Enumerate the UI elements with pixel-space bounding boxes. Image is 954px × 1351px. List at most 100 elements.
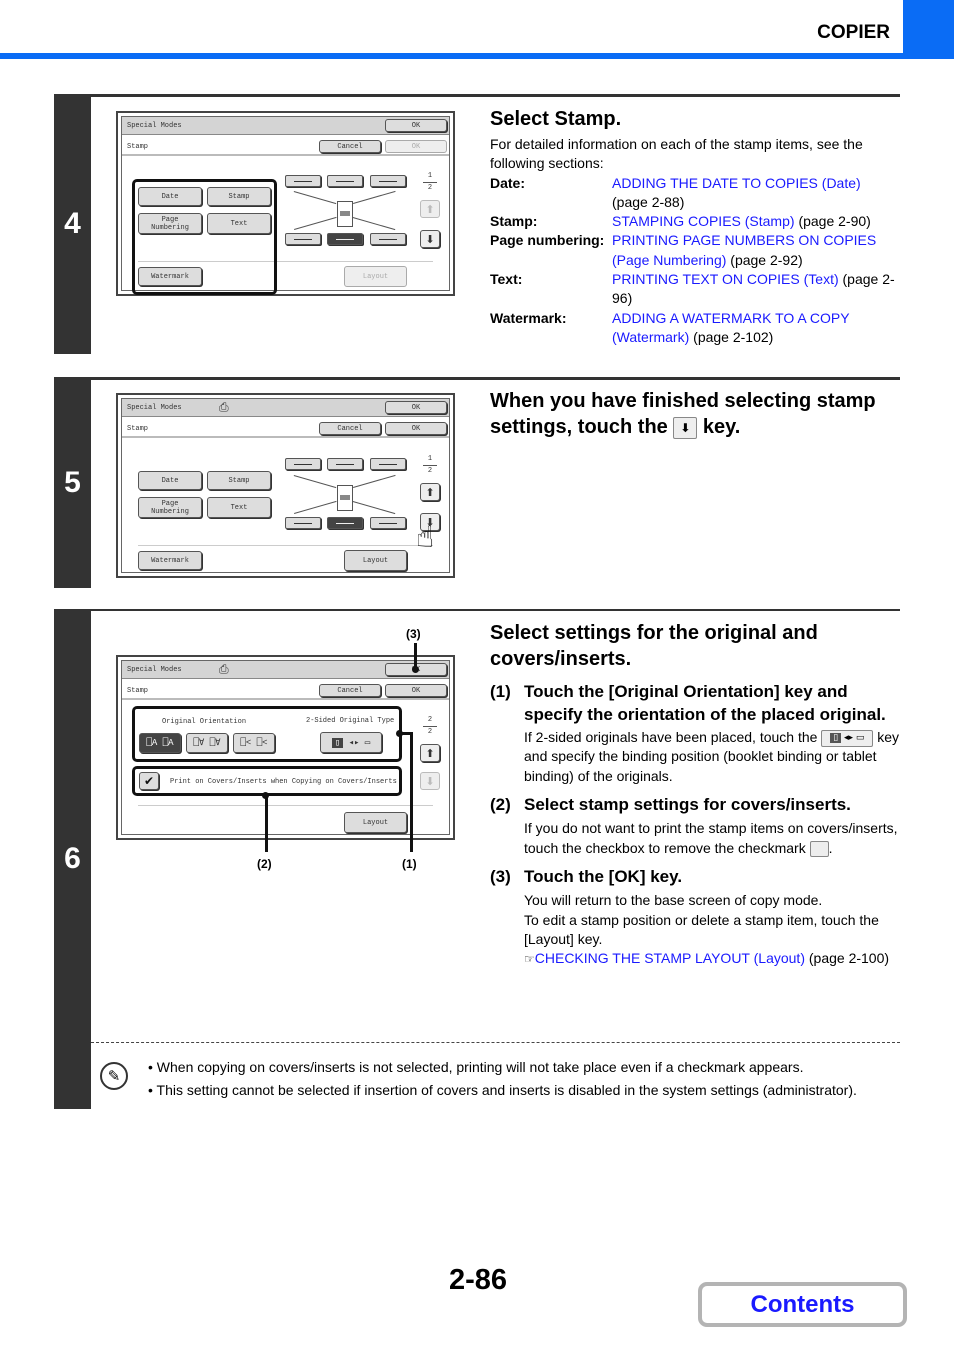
- position-bottom-right[interactable]: [370, 233, 406, 245]
- covers-checkbox[interactable]: ✔: [139, 772, 159, 790]
- ref-link[interactable]: ADDING THE DATE TO COPIES (Date): [612, 175, 861, 191]
- orientation-upright-button[interactable]: ⎕A ⎕A: [139, 733, 181, 753]
- special-modes-label: Special Modes: [127, 666, 182, 674]
- ref-link[interactable]: PRINTING TEXT ON COPIES (Text): [612, 271, 839, 287]
- ref-stamp: Stamp: STAMPING COPIES (Stamp) (page 2-90…: [490, 213, 871, 230]
- stamp-button[interactable]: Stamp: [207, 471, 271, 490]
- down-arrow-key-icon: ⬇: [673, 416, 698, 439]
- position-top-left[interactable]: [285, 458, 321, 470]
- layout-button[interactable]: Layout: [344, 812, 407, 833]
- step-number: 5: [54, 377, 91, 588]
- page-number: 2-86: [449, 1264, 508, 1296]
- step-divider: [91, 609, 900, 611]
- ref-text: Text: PRINTING TEXT ON COPIES (Text) (pag…: [490, 271, 895, 307]
- scroll-up-button[interactable]: ⬆: [420, 744, 440, 762]
- step-divider: [91, 94, 900, 97]
- stamp-label: Stamp: [127, 143, 149, 151]
- page-current: 2: [427, 716, 433, 724]
- step-intro: For detailed information on each of the …: [490, 136, 863, 172]
- page-total: 2: [427, 728, 433, 736]
- cancel-button[interactable]: Cancel: [319, 684, 381, 697]
- substep-2: (2) Select stamp settings for covers/ins…: [490, 794, 898, 857]
- page-current: 1: [427, 172, 433, 180]
- empty-checkbox-icon: [809, 840, 829, 857]
- scroll-down-button[interactable]: ⬇: [420, 230, 440, 248]
- ref-link[interactable]: STAMPING COPIES (Stamp): [612, 213, 795, 229]
- callout-1: (1): [402, 857, 417, 871]
- callout-2: (2): [257, 857, 272, 871]
- special-modes-ok-button[interactable]: OK: [385, 401, 447, 414]
- pointing-hand-icon: ☝: [416, 520, 435, 555]
- page-total: 2: [427, 184, 433, 192]
- position-bottom-center[interactable]: [327, 233, 363, 245]
- leader-line: [294, 216, 337, 230]
- special-modes-label: Special Modes: [127, 122, 182, 130]
- special-modes-bar: Special Modes ⎙ OK: [122, 661, 449, 679]
- divider: [138, 545, 433, 546]
- header-bar: [0, 53, 954, 59]
- step6-text: Select settings for the original and cov…: [490, 620, 900, 970]
- substep-1: (1) Touch the [Original Orientation] key…: [490, 682, 899, 784]
- substep-3: (3) Touch the [OK] key. You will return …: [490, 866, 890, 967]
- page-separator: [423, 465, 437, 466]
- callout-line: [410, 732, 413, 852]
- position-top-center[interactable]: [327, 175, 363, 187]
- position-bottom-right[interactable]: [370, 517, 406, 529]
- stamp-ok-button[interactable]: OK: [385, 422, 447, 435]
- position-top-left[interactable]: [285, 175, 321, 187]
- scroll-up-button[interactable]: ⬆: [420, 483, 440, 501]
- watermark-button[interactable]: Watermark: [138, 551, 202, 570]
- page-total: 2: [427, 467, 433, 475]
- stamp-items-highlight: [132, 179, 277, 295]
- two-sided-type-key-icon: ▯ ◂▸ ▭: [821, 729, 874, 747]
- step-number: 6: [54, 609, 91, 1109]
- callout-3: (3): [406, 627, 421, 641]
- stamp-bar: Stamp Cancel OK: [122, 420, 449, 438]
- contents-button[interactable]: Contents: [698, 1282, 907, 1327]
- layout-button[interactable]: Layout: [344, 266, 407, 287]
- orientation-inverted-button[interactable]: ⎕∀ ⎕∀: [186, 733, 228, 753]
- ref-link[interactable]: CHECKING THE STAMP LAYOUT (Layout): [535, 950, 805, 966]
- stamp-label: Stamp: [127, 687, 149, 695]
- cancel-button[interactable]: Cancel: [319, 422, 381, 435]
- position-top-right[interactable]: [370, 458, 406, 470]
- page-preview-icon: [337, 201, 353, 227]
- leader-line: [352, 217, 396, 231]
- position-bottom-left[interactable]: [285, 517, 321, 529]
- page-numbering-button[interactable]: Page Numbering: [138, 497, 202, 518]
- reference-hand-icon: ☞: [524, 952, 535, 967]
- layout-button[interactable]: Layout: [344, 550, 407, 571]
- callout-line: [265, 795, 268, 852]
- special-modes-bar: Special Modes ⎙ OK: [122, 399, 449, 417]
- orientation-sideways-button[interactable]: ⎕< ⎕<: [233, 733, 275, 753]
- cancel-button[interactable]: Cancel: [319, 140, 381, 153]
- note-item: • This setting cannot be selected if ins…: [148, 1082, 857, 1098]
- stamp-screen-step5: Special Modes ⎙ OK Stamp Cancel OK Date …: [116, 393, 455, 578]
- special-modes-ok-button[interactable]: OK: [385, 119, 447, 132]
- stamp-ok-button[interactable]: OK: [385, 140, 447, 153]
- position-bottom-left[interactable]: [285, 233, 321, 245]
- settings-screen-step6: Special Modes ⎙ OK Stamp Cancel OK Origi…: [116, 655, 455, 840]
- date-button[interactable]: Date: [138, 471, 202, 490]
- position-top-center[interactable]: [327, 458, 363, 470]
- leader-line: [293, 191, 337, 205]
- two-sided-type-button[interactable]: ▯ ◂▸ ▭: [320, 732, 382, 753]
- ref-page-numbering: Page numbering: PRINTING PAGE NUMBERS ON …: [490, 232, 877, 268]
- step-title: Select Stamp.: [490, 108, 622, 130]
- position-top-right[interactable]: [370, 175, 406, 187]
- text-button[interactable]: Text: [207, 497, 271, 518]
- page-separator: [423, 726, 437, 727]
- position-bottom-center[interactable]: [327, 517, 363, 529]
- step5-text: When you have finished selecting stamp s…: [490, 388, 900, 440]
- step-divider: [91, 377, 900, 380]
- scroll-up-button[interactable]: ⬆: [420, 200, 440, 218]
- special-modes-bar: Special Modes OK: [122, 117, 449, 135]
- section-title: COPIER: [817, 22, 890, 43]
- step-title: Select settings for the original and cov…: [490, 622, 818, 670]
- stamp-ok-button[interactable]: OK: [385, 684, 447, 697]
- leader-line: [353, 190, 396, 204]
- stamp-status-icon: ⎙: [219, 400, 229, 414]
- header-tab: [903, 0, 954, 59]
- scroll-down-button[interactable]: ⬇: [420, 772, 440, 790]
- leader-line: [294, 500, 337, 514]
